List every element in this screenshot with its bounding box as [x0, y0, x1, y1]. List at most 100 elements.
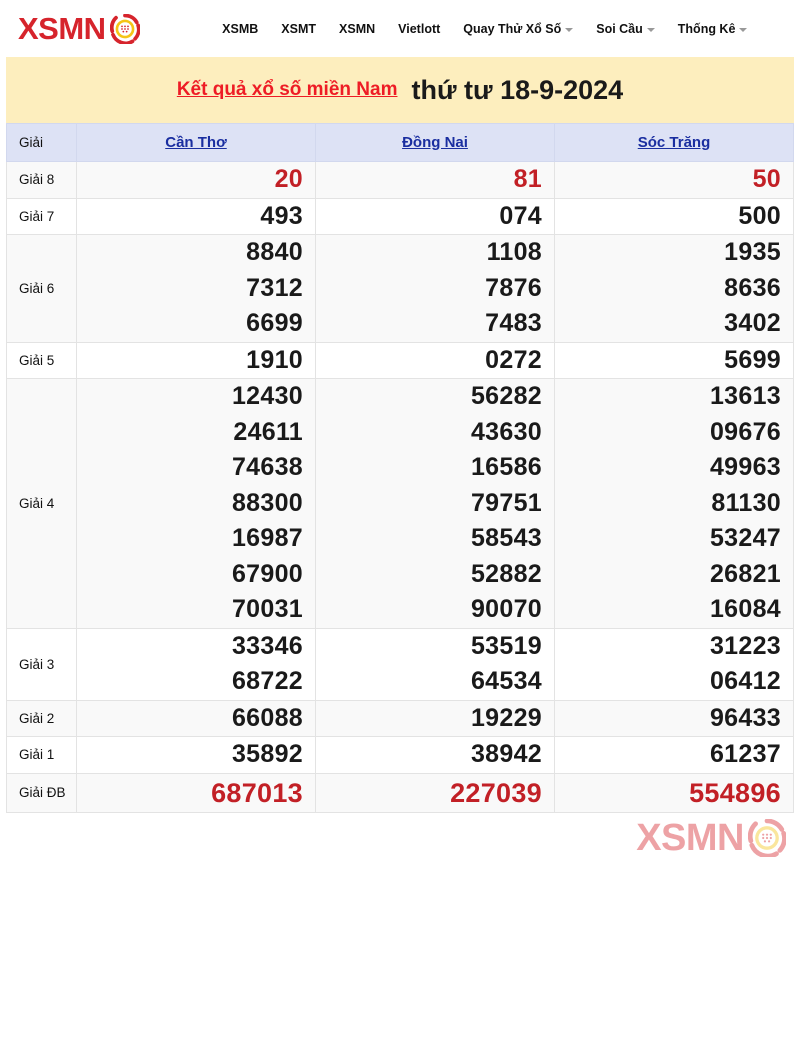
nav-label: XSMT	[281, 21, 317, 36]
nav-item-soi-cau[interactable]: Soi Cầu	[596, 22, 655, 36]
prize-number: 66088	[231, 703, 303, 732]
table-row: Giải 1 35892 38942 61237	[6, 736, 794, 774]
prize-number: 1108	[486, 238, 542, 266]
prize-number: 56282	[470, 382, 542, 410]
prize-number: 74638	[231, 453, 303, 481]
prize-numbers-cell: 53519 64534	[315, 627, 555, 701]
watermark-text: XSMN	[636, 816, 744, 859]
site-header: XSMN XSMB XSMT XSMN Vietlott Quay Thử Xổ…	[0, 0, 800, 57]
prize-number: 52882	[470, 559, 542, 588]
prize-numbers-cell: 38942	[315, 736, 555, 774]
results-banner: Kết quả xổ số miền Nam thứ tư 18-9-2024	[6, 57, 794, 123]
prize-numbers-cell: 61237	[554, 736, 794, 774]
prize-numbers-cell: 20	[76, 161, 316, 199]
prize-numbers-cell: 074	[315, 197, 555, 235]
nav-label: Thống Kê	[677, 21, 736, 36]
province-link[interactable]: Cần Thơ	[165, 134, 227, 151]
prize-number: 81130	[711, 488, 781, 517]
prize-numbers-cell: 1935 8636 3402	[554, 234, 794, 343]
prize-number: 43630	[470, 417, 542, 446]
prize-number: 31223	[709, 631, 781, 660]
nav-item-vietlott[interactable]: Vietlott	[398, 22, 440, 36]
nav-label: Quay Thử Xổ Số	[463, 21, 562, 36]
table-row: Giải 2 66088 19229 96433	[6, 699, 794, 737]
prize-number: 1935	[724, 238, 781, 266]
table-row: Giải 8 20 81 50	[6, 161, 794, 199]
prize-numbers-cell: 19229	[315, 699, 555, 737]
prize-number: 13613	[709, 382, 781, 410]
prize-numbers-cell: 13613 09676 49963 81130 53247 26821 16084	[554, 378, 794, 629]
prize-label: Giải 6	[6, 234, 77, 343]
prize-number: 20	[274, 165, 303, 193]
prize-number: 7483	[485, 309, 542, 337]
prize-label: Giải 3	[6, 627, 77, 701]
footer: XSMN	[0, 813, 800, 885]
lottery-ball-icon	[748, 818, 786, 857]
prize-number: 90070	[470, 595, 542, 623]
prize-number: 64534	[470, 667, 542, 695]
table-body: Giải 8 20 81 50 Giải 7 493 074 500 Giải 6 8840 731…	[6, 161, 794, 813]
prize-number: 227039	[450, 777, 542, 808]
prize-number: 687013	[211, 777, 303, 808]
prize-numbers-cell: 5699	[554, 341, 794, 379]
lottery-results-table: Giải Cần Thơ Đồng Nai Sóc Trăng Giải 8 20…	[6, 123, 794, 813]
prize-label: Giải 4	[6, 378, 77, 629]
table-header-row: Giải Cần Thơ Đồng Nai Sóc Trăng	[6, 123, 794, 162]
prize-number: 12430	[231, 382, 303, 410]
nav-item-xsmb[interactable]: XSMB	[222, 22, 258, 36]
prize-numbers-cell: 66088	[76, 699, 316, 737]
prize-number: 35892	[231, 740, 303, 768]
table-row: Giải 3 33346 68722 53519 64534 31223 06412	[6, 627, 794, 701]
main-navigation: XSMB XSMT XSMN Vietlott Quay Thử Xổ Số S…	[140, 22, 790, 36]
prize-numbers-cell: 1108 7876 7483	[315, 234, 555, 343]
prize-number: 7312	[246, 273, 303, 302]
prize-number: 16586	[470, 453, 542, 481]
prize-number: 09676	[709, 417, 781, 446]
nav-item-quay-thu-xo-so[interactable]: Quay Thử Xổ Số	[463, 21, 574, 36]
prize-numbers-cell: 493	[76, 197, 316, 235]
table-row: Giải 6 8840 7312 6699 1108 7876 7483 1935 8636 34…	[6, 234, 794, 343]
prize-label: Giải 1	[6, 736, 77, 774]
nav-label: Vietlott	[398, 21, 441, 36]
prize-number: 6699	[246, 309, 303, 337]
prize-label: Giải 8	[6, 161, 77, 199]
prize-number: 70031	[231, 595, 303, 623]
prize-number: 16084	[709, 595, 781, 623]
table-row: Giải 4 12430 24611 74638 88300 16987 67900 7003…	[6, 378, 794, 629]
prize-number: 5699	[724, 345, 781, 374]
chevron-down-icon	[646, 27, 655, 32]
prize-number: 61237	[709, 740, 781, 768]
prize-number: 16987	[231, 524, 303, 552]
prize-number: 79751	[470, 488, 542, 517]
prize-number: 1910	[246, 345, 303, 374]
site-logo[interactable]: XSMN	[18, 13, 140, 44]
table-row: Giải ĐB 687013 227039 554896	[6, 772, 794, 813]
prize-number: 7876	[485, 273, 542, 302]
prize-numbers-cell: 500	[554, 197, 794, 235]
nav-label: XSMN	[339, 21, 376, 36]
prize-numbers-cell: 554896	[554, 772, 794, 813]
prize-numbers-cell: 56282 43630 16586 79751 58543 52882 90070	[315, 378, 555, 629]
prize-number: 8636	[724, 273, 781, 302]
chevron-down-icon	[739, 27, 748, 32]
nav-item-xsmt[interactable]: XSMT	[281, 22, 316, 36]
prize-number: 19229	[470, 703, 542, 732]
nav-label: XSMB	[222, 21, 259, 36]
prize-numbers-cell: 35892	[76, 736, 316, 774]
column-header-province-1: Cần Thơ	[76, 123, 316, 162]
prize-number: 06412	[709, 667, 781, 695]
page-title[interactable]: Kết quả xổ số miền Nam	[177, 79, 398, 101]
column-header-prize: Giải	[6, 123, 77, 162]
nav-label: Soi Cầu	[596, 21, 643, 36]
prize-number: 8840	[246, 238, 303, 266]
province-link[interactable]: Sóc Trăng	[638, 134, 711, 151]
prize-number: 53519	[470, 631, 542, 660]
prize-number: 26821	[709, 559, 781, 588]
province-link[interactable]: Đồng Nai	[402, 134, 468, 151]
prize-label: Giải 2	[6, 699, 77, 737]
table-row: Giải 7 493 074 500	[6, 197, 794, 235]
prize-number: 68722	[231, 667, 303, 695]
nav-item-xsmn[interactable]: XSMN	[339, 22, 375, 36]
nav-item-thong-ke[interactable]: Thống Kê	[678, 22, 748, 36]
prize-number: 67900	[231, 559, 303, 588]
